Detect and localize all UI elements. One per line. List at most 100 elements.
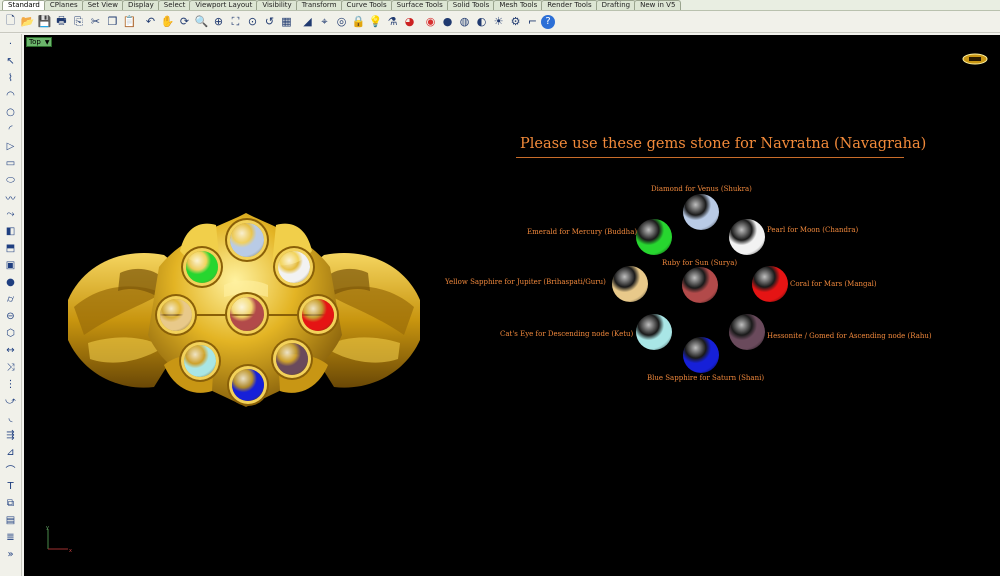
select-icon[interactable]: ↖ [2,53,20,70]
copy-icon[interactable]: ❐ [104,13,121,30]
tab-set-view[interactable]: Set View [81,0,124,10]
print-icon[interactable]: 🖶 [53,13,70,30]
pan-icon[interactable]: ✋ [159,13,176,30]
transform-icon[interactable]: ⤨ [2,359,20,376]
array-icon[interactable]: ⋮ [2,376,20,393]
dimension-icon[interactable]: ↔ [2,342,20,359]
sphere-icon[interactable]: ● [2,274,20,291]
cylinder-icon[interactable]: ⌭ [2,291,20,308]
tab-surface-tools[interactable]: Surface Tools [390,0,449,10]
ellipse-icon[interactable]: ⬭ [2,172,20,189]
legend-gem-blue-sapphire [683,337,719,373]
tab-mesh-tools[interactable]: Mesh Tools [493,0,544,10]
arc-icon[interactable]: ◜ [2,121,20,138]
cut-icon[interactable]: ✂ [87,13,104,30]
color-wheel-icon[interactable]: ◉ [422,13,439,30]
tab-drafting[interactable]: Drafting [595,0,637,10]
solid-box-icon[interactable]: ▣ [2,257,20,274]
triangle-icon[interactable]: ▷ [2,138,20,155]
offset-icon[interactable]: ⇶ [2,427,20,444]
zoom-dynamic-icon[interactable]: ⊕ [210,13,227,30]
ring-gem-emerald [186,251,218,283]
import-icon[interactable]: ⎘ [70,13,87,30]
rhino-logo-icon [962,53,988,65]
extrude-icon[interactable]: ⬒ [2,240,20,257]
text-icon[interactable]: T [2,478,20,495]
layer-icon[interactable]: ≣ [2,529,20,546]
mesh-icon[interactable]: ⬡ [2,325,20,342]
construction-plane-icon[interactable]: ◢ [299,13,316,30]
curve-icon[interactable]: ◠ [2,87,20,104]
tab-render-tools[interactable]: Render Tools [541,0,598,10]
material-sphere-icon[interactable]: ● [439,13,456,30]
tab-cplanes[interactable]: CPlanes [43,0,84,10]
light-icon[interactable]: 💡 [367,13,384,30]
tab-display[interactable]: Display [121,0,160,10]
title-underline [516,157,904,158]
fillet-icon[interactable]: ◟ [2,410,20,427]
viewport-title-tab[interactable]: Top ▼ [26,37,53,47]
new-icon[interactable]: 🗋 [2,13,19,30]
zoom-window-icon[interactable]: 🔍 [193,13,210,30]
tab-select[interactable]: Select [157,0,192,10]
surface-icon[interactable]: ◧ [2,223,20,240]
label-blue-sapphire: Blue Sapphire for Saturn (Shani) [647,374,765,382]
grid-snap-icon[interactable]: ⌖ [316,13,333,30]
label-ruby: Ruby for Sun (Surya) [662,259,738,267]
save-icon[interactable]: 💾 [36,13,53,30]
properties-icon[interactable]: ☀ [490,13,507,30]
dropper-icon[interactable]: ⚗ [384,13,401,30]
bend-icon[interactable]: ⤻ [2,393,20,410]
shade-sphere-icon[interactable]: ◍ [456,13,473,30]
tab-new-in-v5[interactable]: New in V5 [634,0,682,10]
polyline-icon[interactable]: ⌇ [2,70,20,87]
legend-gem-hessonite [729,314,765,350]
ring-gem-hessonite [276,343,308,375]
legend-gem-yellow-sapphire [612,266,648,302]
analyze-icon[interactable]: ⊿ [2,444,20,461]
open-icon[interactable]: 📂 [19,13,36,30]
label-coral: Coral for Mars (Mangal) [790,280,877,288]
undo-view-icon[interactable]: ↺ [261,13,278,30]
label-emerald: Emerald for Mercury (Buddha) [527,228,638,236]
viewport-menu-arrow-icon[interactable]: ▼ [45,39,50,46]
lock-icon[interactable]: 🔒 [350,13,367,30]
legend-gem-pearl [729,219,765,255]
tab-curve-tools[interactable]: Curve Tools [340,0,393,10]
standard-toolbar: 🗋 📂 💾 🖶 ⎘ ✂ ❐ 📋 ↶ ✋ ⟳ 🔍 ⊕ ⛶ ⊙ ↺ ▦ ◢ ⌖ ◎ 🔒 💡 ⚗ ◕ ◉ ● ◍ ◐ ☀ ⚙ ⌐? [0,11,1000,33]
zoom-selected-icon[interactable]: ⊙ [244,13,261,30]
options-gear-icon[interactable]: ⚙ [507,13,524,30]
ring-gem-ruby [230,297,264,331]
boolean-icon[interactable]: ⊖ [2,308,20,325]
label-diamond: Diamond for Venus (Shukra) [651,185,752,193]
help-icon[interactable]: ? [541,14,555,29]
render-icon[interactable]: ◕ [401,13,418,30]
undo-icon[interactable]: ↶ [142,13,159,30]
circle-icon[interactable]: ○ [2,104,20,121]
render-pipe-icon[interactable]: ⌒ [2,461,20,478]
zoom-extents-icon[interactable]: ⛶ [227,13,244,30]
point-icon[interactable]: · [2,36,20,53]
freeform-icon[interactable]: 〰 [2,189,20,206]
paste-icon[interactable]: 📋 [121,13,138,30]
ring-gem-diamond [230,223,264,257]
cplane-icon[interactable]: ◎ [333,13,350,30]
ring-gem-coral [302,299,334,331]
rectangle-icon[interactable]: ▭ [2,155,20,172]
tab-visibility[interactable]: Visibility [256,0,298,10]
tab-transform[interactable]: Transform [295,0,343,10]
tab-solid-tools[interactable]: Solid Tools [446,0,496,10]
curve-tools-icon[interactable]: ⤳ [2,206,20,223]
tab-standard[interactable]: Standard [2,0,46,10]
environment-icon[interactable]: ◐ [473,13,490,30]
layout-icon[interactable]: ⌐ [524,13,541,30]
block-icon[interactable]: ▤ [2,512,20,529]
group-icon[interactable]: ⧉ [2,495,20,512]
tab-viewport-layout[interactable]: Viewport Layout [189,0,259,10]
ring-gem-pearl [278,251,310,283]
legend-gem-diamond [683,194,719,230]
four-viewports-icon[interactable]: ▦ [278,13,295,30]
rotate-view-icon[interactable]: ⟳ [176,13,193,30]
top-viewport[interactable]: Top ▼ Please use these gems stone for Na… [24,35,1000,576]
more-icon[interactable]: » [2,546,20,563]
